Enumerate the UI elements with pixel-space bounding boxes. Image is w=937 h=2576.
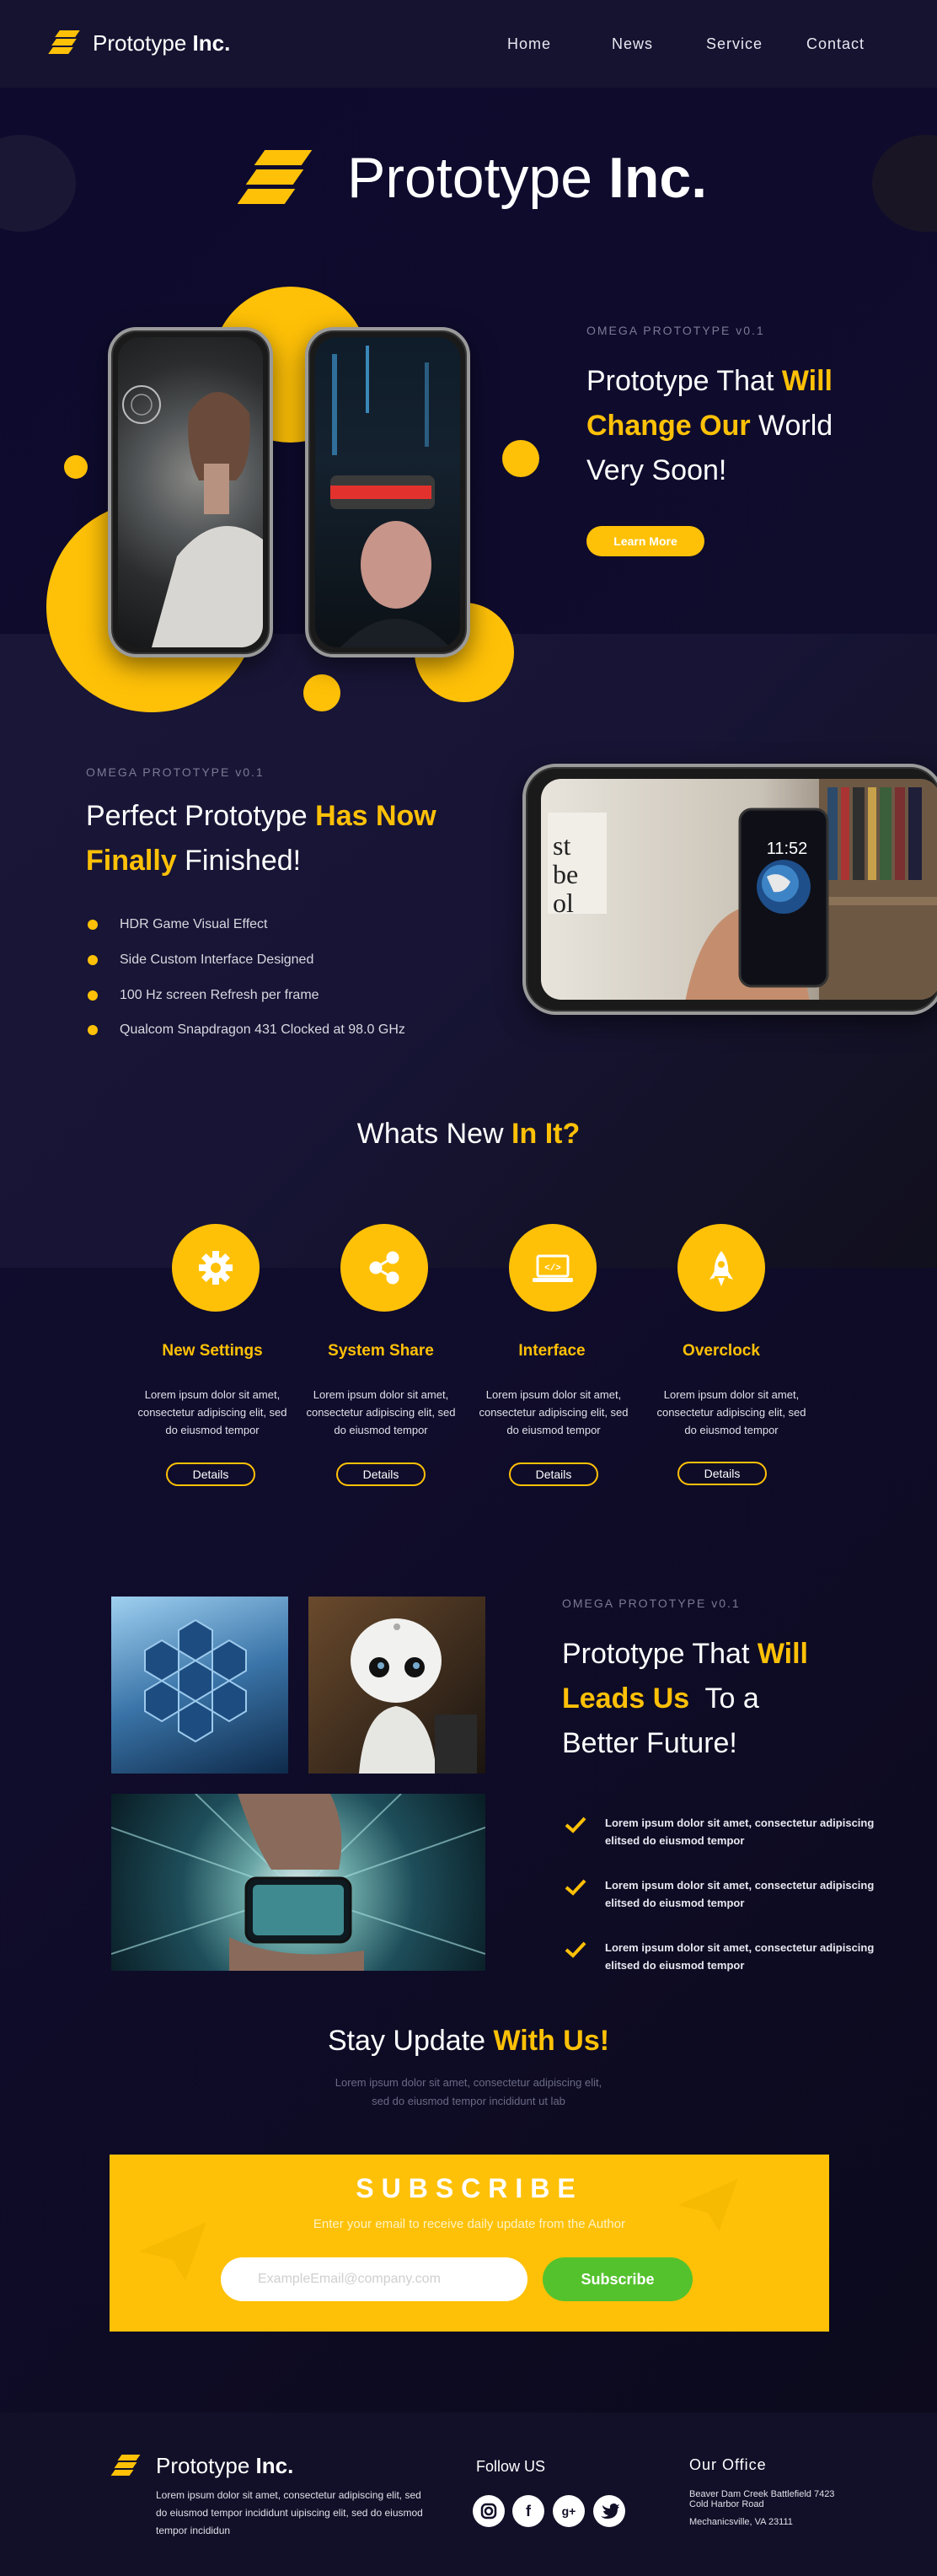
share-icon: [369, 1251, 399, 1285]
feature-circle-overclock[interactable]: [677, 1224, 765, 1312]
svg-text:</>: </>: [544, 1264, 561, 1274]
bullet-dot-icon: [88, 1025, 98, 1035]
twitter-icon[interactable]: [593, 2495, 625, 2527]
hero-logo-icon: [237, 150, 315, 204]
hand-phone-photo: st be ol: [548, 779, 937, 1000]
hand-phone-tunnel-image: [111, 1794, 485, 1971]
office-address-line: Mechanicsville, VA 23111: [689, 2517, 793, 2527]
hero-heading: Prototype That Will Change Our World Ver…: [586, 365, 833, 486]
nav-contact[interactable]: Contact: [806, 35, 865, 53]
future-heading: Prototype That Will Leads Us To a Better…: [562, 1638, 808, 1759]
decorative-blob: [303, 674, 340, 711]
nav-news[interactable]: News: [612, 35, 653, 53]
details-button[interactable]: Details: [509, 1462, 598, 1486]
details-button[interactable]: Details: [166, 1462, 255, 1486]
decorative-blob: [64, 455, 88, 479]
vr-photo: [330, 346, 450, 647]
woman-photo: [122, 385, 263, 647]
subscribe-button[interactable]: Subscribe: [543, 2257, 693, 2301]
footer-about-text: Lorem ipsum dolor sit amet, consectetur …: [156, 2489, 423, 2536]
feature-circle-settings[interactable]: [172, 1224, 260, 1312]
nav-home[interactable]: Home: [507, 35, 551, 53]
feature-title: New Settings: [162, 1342, 263, 1360]
google-plus-icon[interactable]: g+: [553, 2495, 585, 2527]
instagram-icon[interactable]: [473, 2495, 505, 2527]
office-address-line: Cold Harbor Road: [689, 2499, 764, 2509]
feature-description: Lorem ipsum dolor sit amet, consectetur …: [656, 1388, 806, 1436]
svg-text:ol: ol: [553, 888, 574, 918]
decorative-circle: [872, 135, 937, 232]
stay-update-title: Stay Update With Us!: [327, 2025, 610, 2057]
subscribe-description: Enter your email to receive daily update…: [313, 2217, 626, 2231]
check-icon: [565, 1941, 586, 1958]
footer-logo-icon: [110, 2455, 142, 2477]
top-navbar: Prototype Inc. Home News Service Contact: [0, 0, 937, 88]
future-kicker: OMEGA PROTOTYPE v0.1: [562, 1597, 741, 1610]
telescope-image: [111, 1597, 288, 1774]
feature-description: Lorem ipsum dolor sit amet, consectetur …: [479, 1388, 629, 1436]
feature-circle-interface[interactable]: </>: [509, 1224, 597, 1312]
bullet-dot-icon: [88, 955, 98, 965]
subscribe-title: SUBSCRIBE: [356, 2173, 583, 2203]
decorative-blob: [502, 440, 539, 477]
brand-name[interactable]: Prototype Inc.: [93, 30, 230, 56]
footer-brand[interactable]: Prototype Inc.: [156, 2453, 293, 2479]
svg-text:st: st: [553, 830, 570, 861]
rocket-icon: [709, 1251, 733, 1286]
robot-image: [308, 1597, 485, 1774]
feature-description: Lorem ipsum dolor sit amet, consectetur …: [306, 1388, 456, 1436]
gear-icon: [199, 1251, 233, 1285]
svg-text:be: be: [553, 859, 578, 889]
phone-landscape-mockup: st be ol 11:52: [522, 764, 937, 1015]
stay-update-description: Lorem ipsum dolor sit amet, consectetur …: [335, 2076, 602, 2107]
check-icon: [565, 1817, 586, 1833]
our-office-title: Our Office: [689, 2456, 767, 2473]
feature-title: Overclock: [683, 1342, 760, 1360]
whats-new-title: Whats New In It?: [356, 1118, 581, 1150]
bullet-dot-icon: [88, 920, 98, 930]
bullet-dot-icon: [88, 990, 98, 1001]
email-input[interactable]: [221, 2257, 527, 2301]
feature-circle-share[interactable]: [340, 1224, 428, 1312]
hero-title: Prototype Inc.: [347, 146, 708, 210]
laptop-code-icon: </>: [533, 1254, 573, 1282]
finished-heading: Perfect Prototype Has Now Finally Finish…: [86, 800, 436, 877]
details-button[interactable]: Details: [677, 1462, 767, 1485]
finished-kicker: OMEGA PROTOTYPE v0.1: [86, 765, 265, 779]
nav-service[interactable]: Service: [706, 35, 763, 53]
hero-kicker: OMEGA PROTOTYPE v0.1: [586, 324, 765, 337]
phone-mockup-woman: [108, 327, 273, 657]
phone-clock: 11:52: [766, 840, 808, 858]
brand-logo-icon[interactable]: [48, 30, 81, 54]
feature-description: Lorem ipsum dolor sit amet, consectetur …: [137, 1388, 287, 1436]
subscribe-panel: SUBSCRIBE Enter your email to receive da…: [110, 2155, 829, 2332]
follow-us-title: Follow US: [476, 2458, 546, 2475]
learn-more-button[interactable]: Learn More: [586, 526, 704, 556]
feature-title: Interface: [518, 1342, 586, 1360]
feature-title: System Share: [328, 1342, 434, 1360]
check-icon: [565, 1879, 586, 1896]
decorative-circle: [0, 135, 76, 232]
phone-mockup-vr: [305, 327, 470, 657]
details-button[interactable]: Details: [336, 1462, 426, 1486]
facebook-icon[interactable]: f: [512, 2495, 544, 2527]
